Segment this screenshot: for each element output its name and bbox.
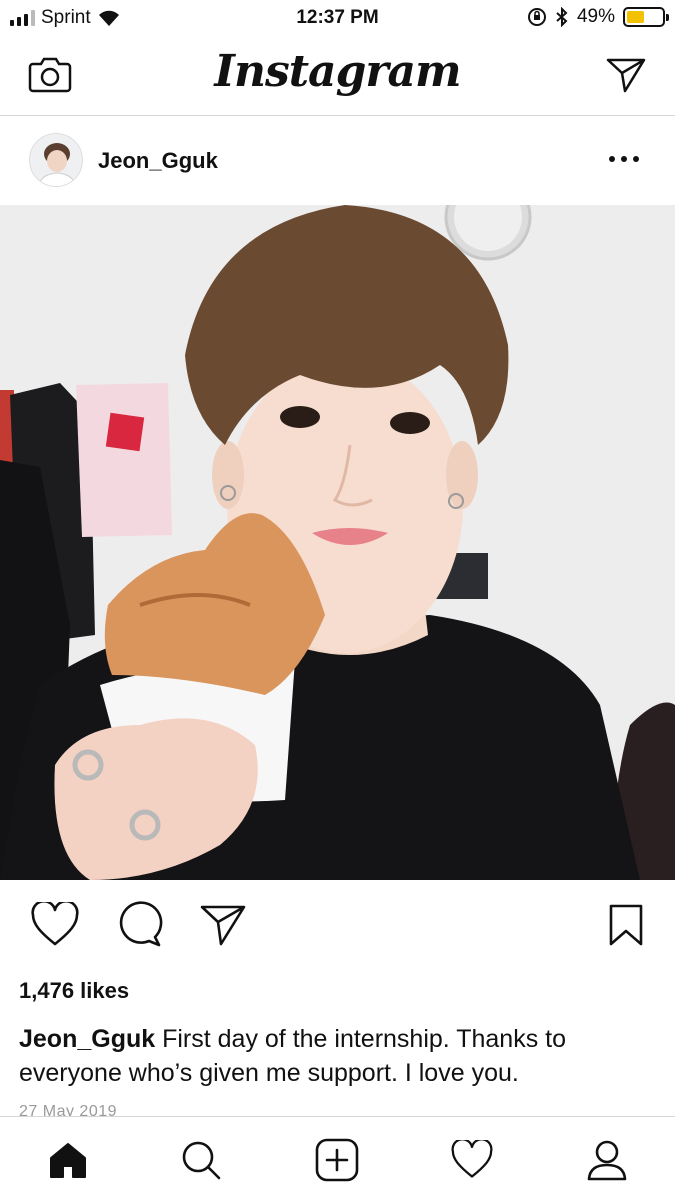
bluetooth-icon xyxy=(556,7,568,27)
comment-icon[interactable] xyxy=(114,900,164,950)
post-username[interactable]: Jeon_Gguk xyxy=(98,148,218,174)
bookmark-icon[interactable] xyxy=(601,900,651,950)
battery-fill xyxy=(627,11,644,23)
orientation-lock-icon xyxy=(527,8,546,26)
battery-icon xyxy=(623,7,669,27)
likes-count[interactable]: 1,476 likes xyxy=(19,978,129,1004)
bottom-nav xyxy=(0,1116,675,1200)
post-header: Jeon_Gguk xyxy=(0,117,675,205)
avatar[interactable] xyxy=(29,133,83,187)
new-post-icon[interactable] xyxy=(312,1135,362,1185)
search-icon[interactable] xyxy=(176,1135,226,1185)
home-icon[interactable] xyxy=(43,1135,93,1185)
status-bar: Sprint 12:37 PM 49% xyxy=(0,0,675,36)
battery-percent: 49% xyxy=(576,6,615,27)
post-date: 27 May 2019 xyxy=(19,1103,118,1117)
like-icon[interactable] xyxy=(30,900,80,950)
share-icon[interactable] xyxy=(198,900,248,950)
more-options-icon[interactable] xyxy=(609,147,639,171)
post-photo[interactable] xyxy=(0,205,675,880)
profile-icon[interactable] xyxy=(582,1135,632,1185)
instagram-logo: Instagram xyxy=(214,46,461,97)
app-header: Instagram xyxy=(0,36,675,116)
status-right: 49% xyxy=(527,6,669,28)
caption: Jeon_Gguk First day of the internship. T… xyxy=(19,1022,659,1090)
action-bar xyxy=(0,880,675,970)
caption-username[interactable]: Jeon_Gguk xyxy=(19,1025,155,1053)
direct-message-icon[interactable] xyxy=(602,53,650,97)
activity-icon[interactable] xyxy=(447,1135,497,1185)
